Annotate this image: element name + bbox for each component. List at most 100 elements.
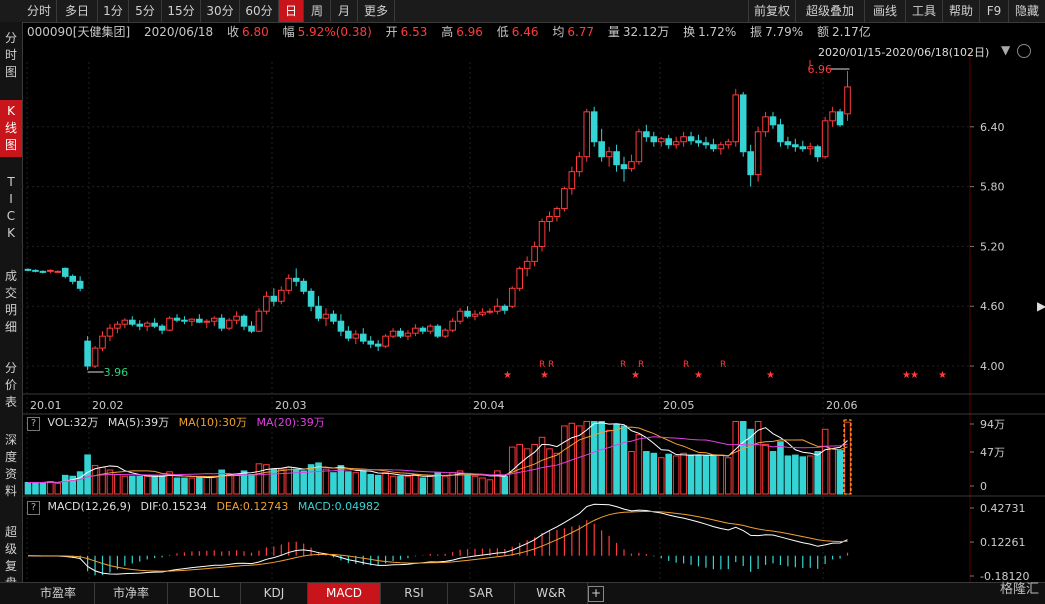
period-tab-9[interactable]: 月 (331, 0, 358, 22)
volume-bar (769, 451, 777, 495)
volume-bar (613, 423, 620, 495)
candle-body (479, 311, 486, 315)
volume-bar (382, 472, 389, 495)
volume-bar (471, 475, 479, 495)
left-tab-3[interactable]: 成交明细 (0, 268, 22, 336)
candle-body (24, 268, 32, 271)
toolbar-right-6[interactable]: 隐藏 (1008, 0, 1045, 22)
volume-bar (300, 470, 307, 495)
candle-body (762, 116, 769, 133)
volume-bar (181, 477, 188, 495)
candle-body (829, 111, 836, 122)
candle-body (635, 131, 643, 163)
period-tab-8[interactable]: 周 (304, 0, 331, 22)
volume-bar (628, 451, 635, 495)
candle-body (814, 146, 822, 158)
volume-bar (233, 473, 240, 495)
volume-bar (121, 475, 129, 495)
candle-body (404, 332, 412, 337)
period-tab-1[interactable]: 多日 (57, 0, 98, 22)
volume-bar (546, 448, 553, 495)
candle-body (315, 305, 322, 319)
macd-axis-label: 0.42731 (980, 502, 1026, 515)
candle-body (121, 319, 129, 325)
watermark-logo: 格隆汇 (999, 582, 1039, 597)
candle-body (441, 329, 449, 337)
period-tab-7[interactable]: 日 (279, 0, 304, 22)
period-tab-0[interactable]: 分时 (22, 0, 57, 22)
toolbar-right-3[interactable]: 工具 (905, 0, 943, 22)
candle-body (531, 245, 538, 262)
amplitude-item: 振 7.79% (750, 25, 804, 39)
period-tab-4[interactable]: 15分 (162, 0, 201, 22)
indicator-tab-5[interactable]: RSI (381, 583, 448, 604)
settings-circle-icon[interactable] (1017, 44, 1031, 58)
indicator-tab-1[interactable]: 市净率 (95, 583, 168, 604)
help-icon[interactable]: ? (27, 417, 40, 431)
candle-body (456, 310, 464, 322)
toolbar-right-4[interactable]: 帮助 (942, 0, 980, 22)
left-tab-4[interactable]: 分价表 (0, 360, 22, 411)
candle-body (754, 131, 762, 176)
volume-bar (173, 477, 181, 495)
toolbar-right-2[interactable]: 画线 (864, 0, 906, 22)
left-tab-2[interactable]: TICK (0, 174, 22, 242)
period-tab-3[interactable]: 5分 (129, 0, 162, 22)
candle-body (210, 317, 218, 322)
volume-bar (278, 468, 285, 495)
indicator-tab-3[interactable]: KDJ (241, 583, 308, 604)
volume-bar (345, 471, 352, 495)
volume-bar (419, 477, 427, 495)
left-tab-1[interactable]: K线图 (0, 100, 22, 157)
volume-bar (427, 475, 434, 495)
indicator-tab-8[interactable]: + (588, 586, 604, 602)
event-star-icon: ★ (766, 370, 775, 381)
candle-body (687, 136, 695, 142)
volume-bar (561, 425, 568, 495)
candle-body (69, 275, 77, 282)
candle-body (99, 335, 106, 349)
period-tab-6[interactable]: 60分 (240, 0, 279, 22)
period-tab-5[interactable]: 30分 (201, 0, 240, 22)
event-star-icon: ★ (503, 370, 512, 381)
triangle-down-icon[interactable]: ▼ (1001, 43, 1010, 57)
candle-body (747, 151, 754, 176)
volume-bar (330, 472, 337, 495)
candle-body (382, 335, 389, 347)
indicator-tab-6[interactable]: SAR (448, 583, 515, 604)
volume-bar (806, 455, 814, 495)
candle-body (732, 94, 740, 143)
indicator-tab-4[interactable]: MACD (308, 583, 381, 604)
period-tab-10[interactable]: 更多 (358, 0, 395, 22)
candle-body (158, 325, 166, 331)
help-icon[interactable]: ? (27, 501, 40, 515)
date-axis-label: 20.01 (30, 399, 62, 412)
volume-bar (449, 472, 456, 495)
dea-line (27, 510, 848, 572)
candle-body (129, 319, 136, 325)
candle-body (359, 333, 367, 342)
open-item: 开 6.53 (385, 25, 428, 39)
candle-body (568, 171, 576, 190)
toolbar-right-5[interactable]: F9 (979, 0, 1009, 22)
event-r-icon: R (638, 360, 644, 370)
left-tab-0[interactable]: 分时图 (0, 30, 22, 81)
volume-bar (322, 468, 330, 495)
candle-body (486, 310, 494, 313)
left-tab-5[interactable]: 深度资料 (0, 432, 22, 500)
volume-bar (829, 448, 836, 495)
indicator-tab-0[interactable]: 市盈率 (22, 583, 95, 604)
volume-bar (210, 475, 218, 495)
turnover-item: 换 1.72% (683, 25, 737, 39)
toolbar-right-0[interactable]: 前复权 (748, 0, 796, 22)
candle-body (166, 317, 173, 331)
left-side-tabs: 分时图K线图TICK成交明细分价表深度资料超级复盘 (0, 22, 23, 590)
volume-bar (717, 454, 725, 495)
candle-body (590, 111, 598, 143)
indicator-tab-7[interactable]: W&R (515, 583, 588, 604)
macd-panel-label: ? MACD(12,26,9) DIF:0.15234 DEA:0.12743 … (27, 499, 380, 515)
toolbar-right-1[interactable]: 超级叠加 (795, 0, 865, 22)
period-tab-2[interactable]: 1分 (98, 0, 129, 22)
indicator-tab-2[interactable]: BOLL (168, 583, 241, 604)
candle-body (136, 323, 144, 327)
